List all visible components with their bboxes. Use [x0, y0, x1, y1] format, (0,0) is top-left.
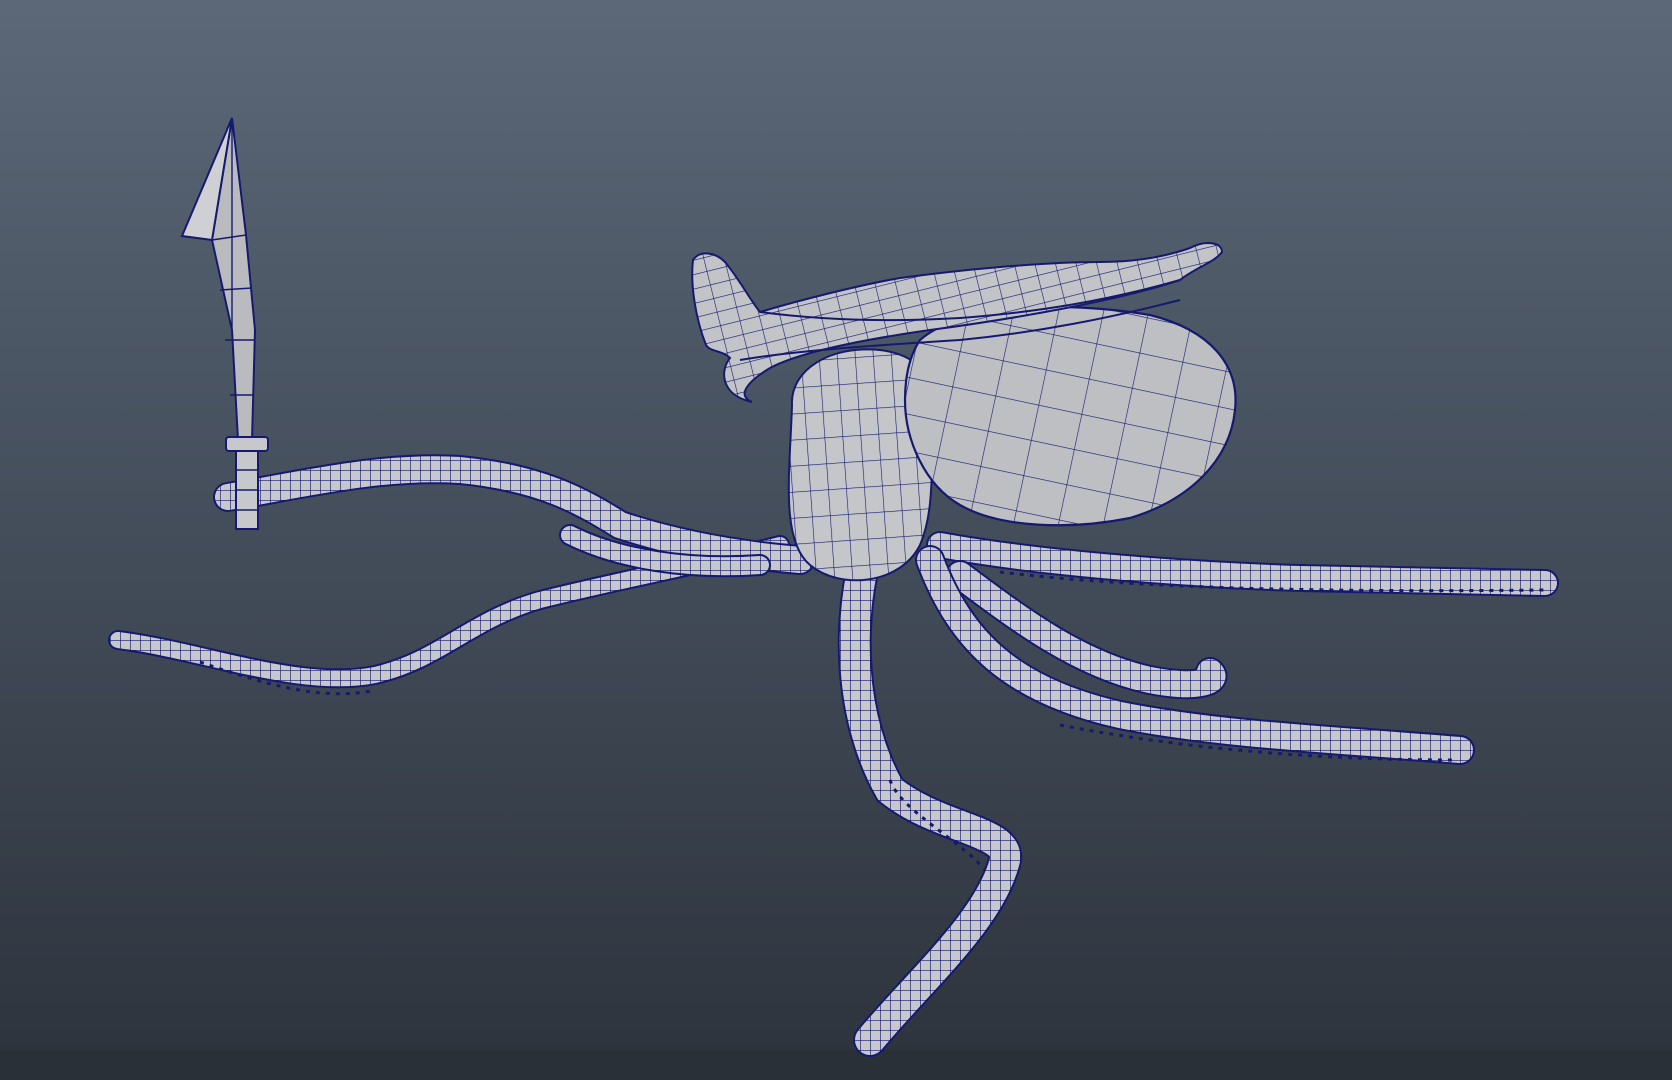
tentacle-holding-sword[interactable] [213, 454, 815, 575]
tentacle-right-upper[interactable] [926, 531, 1559, 597]
tentacle-down[interactable] [837, 523, 1023, 1057]
octopus-wireframe-model[interactable] [0, 0, 1672, 1080]
sword[interactable] [180, 117, 269, 530]
3d-viewport[interactable] [0, 0, 1672, 1080]
